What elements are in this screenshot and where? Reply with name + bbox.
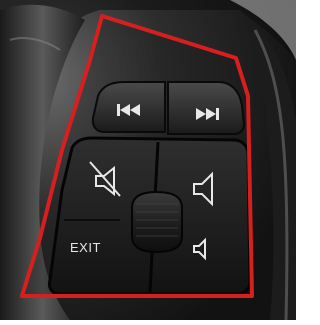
volume-down-button[interactable]	[184, 224, 248, 292]
volume-up-button[interactable]	[184, 144, 248, 220]
previous-track-button[interactable]	[95, 84, 165, 132]
thumbwheel-scroll[interactable]	[132, 192, 182, 252]
next-track-button[interactable]	[168, 84, 242, 132]
exit-button[interactable]	[54, 224, 130, 292]
steering-wheel-controls-photo: EXIT	[0, 0, 296, 321]
